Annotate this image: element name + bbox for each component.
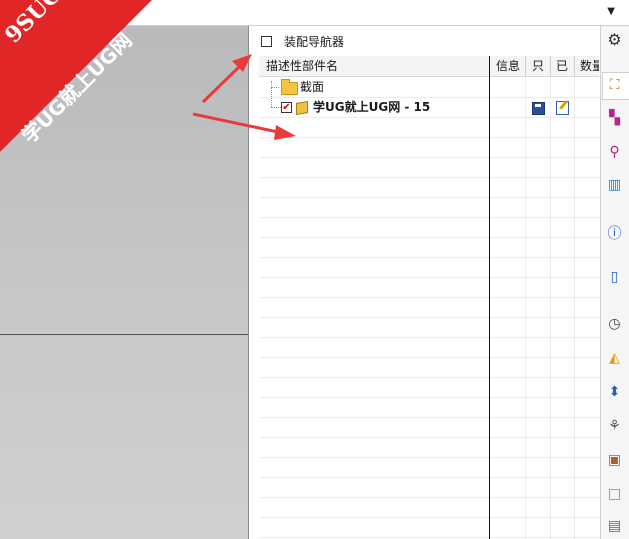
table-body: 截面 ✔ 学UG就上UG网 - 15 (259, 77, 599, 539)
assembly-navigator-icon[interactable]: ⛶ (606, 77, 623, 94)
row-separator (259, 257, 599, 258)
viewport-divider (0, 334, 248, 335)
row-separator (259, 177, 599, 178)
checkmark-icon[interactable]: ✔ (281, 102, 292, 113)
row-separator (259, 197, 599, 198)
row-separator (259, 117, 599, 118)
row-label-section: 截面 (300, 80, 325, 94)
row-separator (259, 517, 599, 518)
navigator-title: 装配导航器 (284, 35, 345, 49)
row-separator (259, 357, 599, 358)
save-icon (532, 102, 545, 115)
navigator-header: 装配导航器 (255, 30, 595, 52)
navigator-pin-checkbox[interactable] (261, 36, 272, 47)
row-separator (259, 297, 599, 298)
row-separator (259, 537, 599, 538)
row-separator (259, 157, 599, 158)
row-separator (259, 437, 599, 438)
row-separator (259, 477, 599, 478)
blank-icon[interactable]: □ (606, 486, 623, 503)
assembly-navigator-table: 描述性部件名 信息 只 已 数量 截面 ✔ 学UG就上UG网 - 15 (259, 56, 599, 539)
row-separator (259, 137, 599, 138)
visualization-icon[interactable]: ◭ (606, 350, 623, 367)
row-separator (259, 497, 599, 498)
column-header-info[interactable]: 信息 (496, 56, 524, 76)
table-header: 描述性部件名 信息 只 已 数量 (259, 56, 599, 77)
row-label-assembly: 学UG就上UG网 - 15 (313, 100, 431, 114)
row-separator (259, 377, 599, 378)
column-header-count[interactable]: 数量 (580, 56, 599, 76)
folder-icon (281, 79, 298, 95)
row-separator (259, 417, 599, 418)
system-materials-icon[interactable]: ▣ (606, 452, 623, 469)
resource-bar: ⚙ ⛶ ▚ ⚲ ▥ ⓘ ▯ ◷ ◭ ⬍ ⚘ ▣ □ ▤ (600, 26, 629, 539)
assembly-cube-icon (296, 100, 308, 116)
reuse-library-icon[interactable]: ▥ (606, 177, 623, 194)
history-icon[interactable]: ◷ (606, 316, 623, 333)
column-divider (489, 56, 490, 539)
column-header-modified[interactable]: 已 (556, 56, 572, 76)
row-separator (259, 277, 599, 278)
row-separator (259, 457, 599, 458)
process-studio-icon[interactable]: ⬍ (606, 384, 623, 401)
row-separator (259, 217, 599, 218)
hd3d-tools-icon[interactable]: ⓘ (606, 226, 623, 243)
row-separator (259, 237, 599, 238)
web-browser-icon[interactable]: ▯ (606, 269, 623, 286)
gear-icon[interactable]: ⚙ (606, 31, 623, 48)
modified-edit-icon (556, 101, 569, 115)
row-separator (259, 397, 599, 398)
roles-icon[interactable]: ⚘ (606, 418, 623, 435)
column-header-description[interactable]: 描述性部件名 (266, 56, 486, 76)
part-navigator-icon[interactable]: ⚲ (606, 144, 623, 161)
row-separator (259, 337, 599, 338)
viewport-border (248, 26, 249, 539)
dropdown-arrow-icon[interactable]: ▼ (607, 6, 615, 17)
column-header-readonly[interactable]: 只 (532, 56, 548, 76)
manufacturing-wizard-icon[interactable]: ▤ (606, 518, 623, 535)
row-separator (259, 317, 599, 318)
constraint-navigator-icon[interactable]: ▚ (606, 110, 623, 127)
